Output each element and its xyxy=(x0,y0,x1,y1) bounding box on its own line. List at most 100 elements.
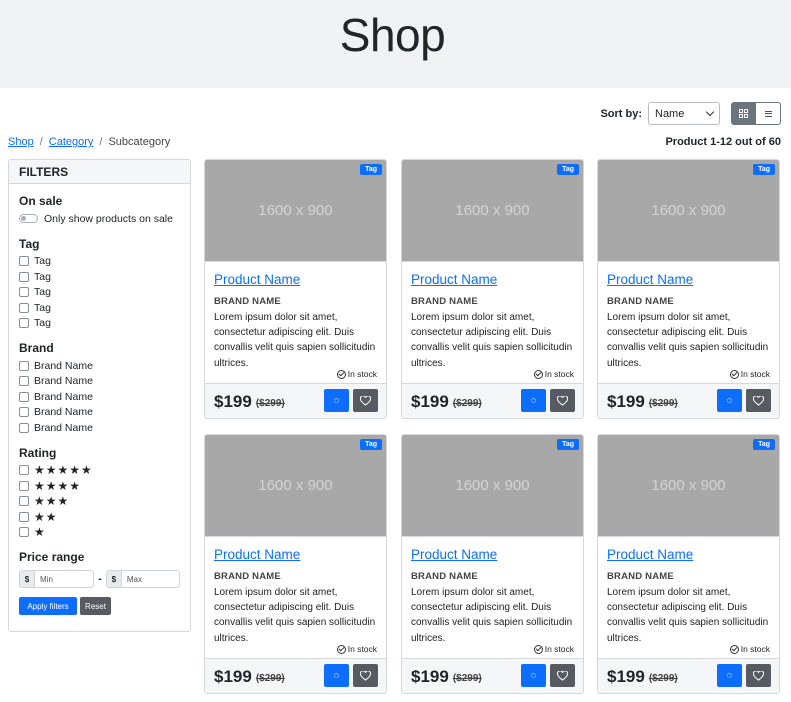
brand-option[interactable]: Brand Name xyxy=(19,389,180,405)
breadcrumb-separator: / xyxy=(99,136,103,148)
min-price-input[interactable]: Min xyxy=(35,571,53,587)
heart-icon xyxy=(557,670,568,681)
product-name-link[interactable]: Product Name xyxy=(607,547,770,563)
list-view-button[interactable] xyxy=(756,102,781,125)
image-placeholder-text: 1600 x 900 xyxy=(651,202,726,219)
brand-option[interactable]: Brand Name xyxy=(19,405,180,421)
checkbox[interactable] xyxy=(19,256,29,267)
product-name-link[interactable]: Product Name xyxy=(607,272,770,288)
product-brand: BRAND NAME xyxy=(214,296,281,307)
add-to-cart-button[interactable] xyxy=(324,389,349,412)
product-name-link[interactable]: Product Name xyxy=(411,547,574,563)
checkbox[interactable] xyxy=(19,422,29,433)
result-count: Product 1-12 out of 60 xyxy=(665,136,781,148)
checkbox[interactable] xyxy=(19,527,29,538)
add-to-cart-button[interactable] xyxy=(521,664,546,687)
breadcrumb-link-shop[interactable]: Shop xyxy=(8,136,34,148)
sort-select[interactable]: Name xyxy=(648,102,720,125)
max-price-field[interactable]: $ Max xyxy=(105,570,180,588)
on-sale-toggle-row[interactable]: Only show products on sale xyxy=(19,211,180,227)
reset-filters-button[interactable]: Reset xyxy=(80,597,111,615)
heart-icon xyxy=(557,395,568,406)
checkbox[interactable] xyxy=(19,302,29,313)
product-description: Lorem ipsum dolor sit amet, consectetur … xyxy=(411,587,573,644)
price-separator: - xyxy=(98,573,102,585)
tag-option[interactable]: Tag xyxy=(19,285,180,301)
min-price-field[interactable]: $ Min xyxy=(19,570,95,588)
product-name-link[interactable]: Product Name xyxy=(214,547,377,563)
image-placeholder-text: 1600 x 900 xyxy=(258,202,333,219)
image-placeholder-text: 1600 x 900 xyxy=(651,477,726,494)
checkbox[interactable] xyxy=(19,511,29,522)
breadcrumb-link-category[interactable]: Category xyxy=(49,136,94,148)
brand-option[interactable]: Brand Name xyxy=(19,374,180,390)
cart-icon xyxy=(727,398,732,403)
currency-addon: $ xyxy=(106,571,122,587)
checkbox[interactable] xyxy=(19,391,29,402)
tag-option[interactable]: Tag xyxy=(19,300,180,316)
stock-status: In stock xyxy=(336,369,377,379)
sort-toolbar: Sort by: Name xyxy=(600,102,781,125)
rating-option[interactable]: ★★★ xyxy=(19,494,180,510)
tag-option[interactable]: Tag xyxy=(19,254,180,270)
product-image[interactable]: 1600 x 900 Tag xyxy=(598,160,779,262)
product-price: $199 xyxy=(214,391,252,411)
stock-status: In stock xyxy=(533,369,574,379)
favorite-button[interactable] xyxy=(746,664,771,687)
star-icon: ★★ xyxy=(34,509,58,524)
brand-option[interactable]: Brand Name xyxy=(19,420,180,436)
brand-option[interactable]: Brand Name xyxy=(19,358,180,374)
add-to-cart-button[interactable] xyxy=(717,389,742,412)
product-tag-badge: Tag xyxy=(753,439,775,450)
checkbox[interactable] xyxy=(19,465,29,476)
product-tag-badge: Tag xyxy=(753,164,775,175)
checkbox[interactable] xyxy=(19,480,29,491)
check-circle-icon xyxy=(336,644,346,654)
checkbox[interactable] xyxy=(19,407,29,418)
add-to-cart-button[interactable] xyxy=(521,389,546,412)
max-price-input[interactable]: Max xyxy=(122,571,142,587)
favorite-button[interactable] xyxy=(746,389,771,412)
checkbox[interactable] xyxy=(19,360,29,371)
grid-view-button[interactable] xyxy=(731,102,756,125)
checkbox[interactable] xyxy=(19,376,29,387)
filters-title: FILTERS xyxy=(9,160,190,184)
product-image[interactable]: 1600 x 900 Tag xyxy=(205,435,386,537)
favorite-button[interactable] xyxy=(550,389,575,412)
currency-addon: $ xyxy=(20,571,35,587)
tag-option[interactable]: Tag xyxy=(19,269,180,285)
checkbox[interactable] xyxy=(19,287,29,298)
favorite-button[interactable] xyxy=(353,664,378,687)
product-image[interactable]: 1600 x 900 Tag xyxy=(402,160,583,262)
on-sale-switch[interactable] xyxy=(19,214,38,224)
apply-filters-button[interactable]: Apply filters xyxy=(19,597,77,615)
on-sale-title: On sale xyxy=(19,194,63,208)
favorite-button[interactable] xyxy=(550,664,575,687)
checkbox[interactable] xyxy=(19,318,29,329)
add-to-cart-button[interactable] xyxy=(717,664,742,687)
product-card: 1600 x 900 Tag Product Name BRAND NAME L… xyxy=(401,159,584,419)
rating-option[interactable]: ★★★★ xyxy=(19,478,180,494)
heart-icon xyxy=(360,395,371,406)
checkbox[interactable] xyxy=(19,496,29,507)
rating-option[interactable]: ★★★★★ xyxy=(19,463,180,479)
brand-option-label: Brand Name xyxy=(34,406,93,419)
rating-option[interactable]: ★ xyxy=(19,525,180,541)
stock-status-text: In stock xyxy=(740,644,770,654)
rating-option[interactable]: ★★ xyxy=(19,509,180,525)
product-tag-badge: Tag xyxy=(557,439,579,450)
tag-option[interactable]: Tag xyxy=(19,316,180,332)
product-old-price: ($299) xyxy=(255,398,285,409)
brand-filter-title: Brand xyxy=(19,341,54,355)
favorite-button[interactable] xyxy=(353,389,378,412)
product-image[interactable]: 1600 x 900 Tag xyxy=(598,435,779,537)
product-image[interactable]: 1600 x 900 Tag xyxy=(205,160,386,262)
check-circle-icon xyxy=(533,369,543,379)
product-name-link[interactable]: Product Name xyxy=(411,272,574,288)
product-name-link[interactable]: Product Name xyxy=(214,272,377,288)
heart-icon xyxy=(753,670,764,681)
checkbox[interactable] xyxy=(19,271,29,282)
add-to-cart-button[interactable] xyxy=(324,664,349,687)
product-image[interactable]: 1600 x 900 Tag xyxy=(402,435,583,537)
filters-panel: FILTERS On sale Only show products on sa… xyxy=(8,159,191,632)
